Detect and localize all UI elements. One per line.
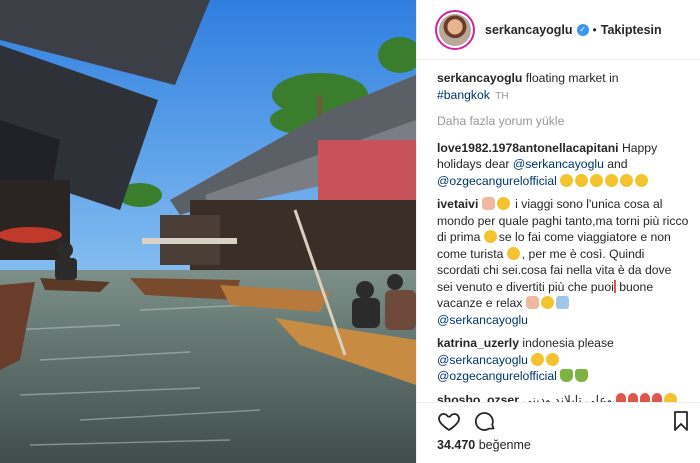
dancer-icon xyxy=(627,392,638,402)
comment-mention[interactable]: @serkancayoglu xyxy=(437,313,528,327)
dancer-icon xyxy=(651,392,662,402)
ok-hand-icon xyxy=(525,296,539,309)
list-item: shosho_ozser وعلي تايلاند وديني xyxy=(437,392,689,403)
grinning-face-icon xyxy=(575,173,589,187)
smiling-face-icon xyxy=(540,296,554,309)
text-caret-icon xyxy=(613,279,616,293)
post-header: serkancayoglu ✓ • Takiptesin xyxy=(417,0,700,60)
coffee-cup-icon xyxy=(555,296,569,309)
comments-list[interactable]: serkancayoglu floating market in #bangko… xyxy=(417,60,700,402)
post-photo[interactable] xyxy=(0,0,416,463)
comment-mention[interactable]: @serkancayoglu xyxy=(437,353,528,367)
comment-username[interactable]: love1982.1978antonellacapitani xyxy=(437,141,619,155)
comment-username[interactable]: ivetaivi xyxy=(437,197,478,211)
comment-mention[interactable]: @serkancayoglu xyxy=(513,157,604,171)
smiling-face-icon xyxy=(506,246,520,260)
verified-badge-icon: ✓ xyxy=(576,23,589,36)
smiling-face-icon xyxy=(483,230,497,243)
ok-hand-icon xyxy=(481,197,495,210)
grinning-face-icon xyxy=(635,173,649,187)
comment-mention[interactable]: @ozgecangurelofficial xyxy=(437,174,557,188)
smiling-face-icon xyxy=(531,352,545,366)
caption-time: TH xyxy=(495,90,509,102)
tree-icon xyxy=(575,369,589,382)
comment-text: and xyxy=(607,157,628,171)
load-more-comments-link[interactable]: Daha fazla yorum yükle xyxy=(437,113,689,130)
tree-icon xyxy=(560,369,574,382)
smiling-face-icon xyxy=(546,352,560,366)
separator-dot: • xyxy=(592,22,597,37)
floating-market-image xyxy=(0,0,416,463)
likes-label: beğenme xyxy=(478,438,531,452)
grinning-face-icon xyxy=(663,392,677,402)
bookmark-icon[interactable] xyxy=(669,409,693,433)
caption-hashtag[interactable]: #bangkok xyxy=(437,88,490,102)
grinning-face-icon xyxy=(590,173,604,187)
post-side-panel: serkancayoglu ✓ • Takiptesin serkancayog… xyxy=(416,0,700,463)
comment-mention[interactable]: @ozgecangurelofficial xyxy=(437,369,557,383)
comment-text: indonesia please xyxy=(522,336,614,350)
comment-text: وعلي تايلاند وديني xyxy=(522,392,613,403)
comment-username[interactable]: katrina_uzerly xyxy=(437,336,519,350)
comment-icon[interactable] xyxy=(473,409,497,433)
follow-status-button[interactable]: Takiptesin xyxy=(601,23,662,37)
dancer-icon xyxy=(615,392,626,402)
header-username[interactable]: serkancayoglu xyxy=(485,23,573,37)
caption-username[interactable]: serkancayoglu xyxy=(437,71,522,85)
likes-count[interactable]: 34.470 beğenme xyxy=(437,438,531,452)
list-item: love1982.1978antonellacapitani Happy hol… xyxy=(437,140,689,190)
smiling-face-icon xyxy=(496,197,510,210)
comment-username[interactable]: shosho_ozser xyxy=(437,393,519,403)
action-bar xyxy=(417,402,700,436)
dancer-icon xyxy=(639,392,650,402)
likes-number: 34.470 xyxy=(437,438,476,452)
avatar[interactable] xyxy=(435,9,475,50)
list-item: ivetaivi i viaggi sono l'unica cosa al m… xyxy=(437,196,689,328)
heart-icon[interactable] xyxy=(437,409,461,433)
list-item: katrina_uzerly indonesia please @serkanc… xyxy=(437,335,689,385)
grinning-face-icon xyxy=(560,173,574,187)
grinning-face-icon xyxy=(620,173,634,187)
caption: serkancayoglu floating market in #bangko… xyxy=(437,70,689,105)
grinning-face-icon xyxy=(605,173,619,187)
caption-text: floating market in xyxy=(525,71,619,85)
